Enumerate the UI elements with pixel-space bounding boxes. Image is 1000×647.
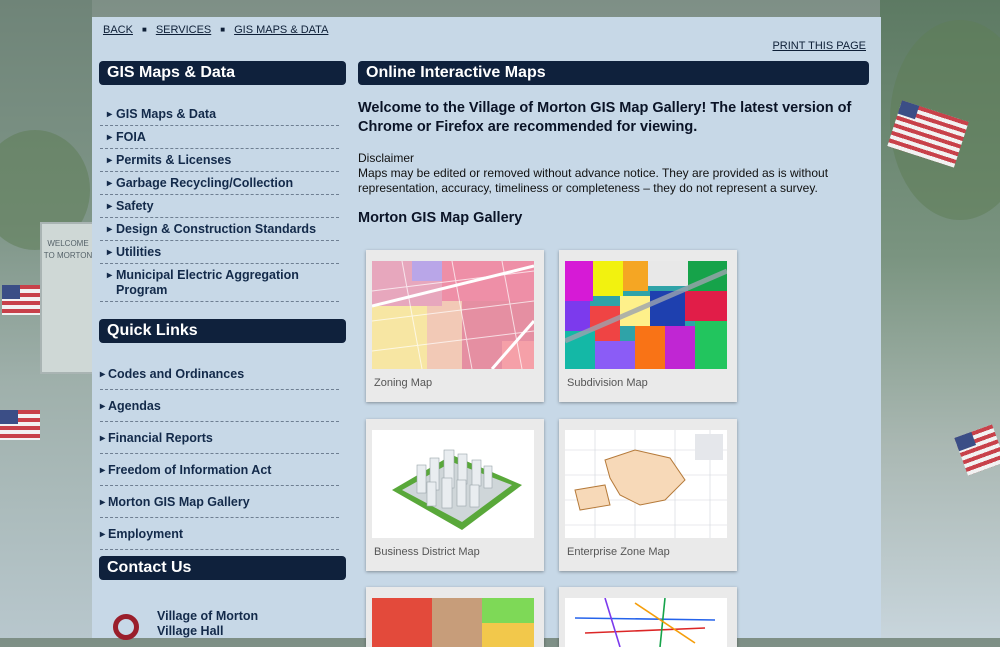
sidebar-section-title: GIS Maps & Data — [99, 61, 346, 85]
background-welcome-sign: WELCOME TO MORTON — [40, 222, 96, 374]
map-thumbnail-partial — [565, 598, 727, 647]
subdivision-map-thumbnail — [565, 261, 727, 369]
breadcrumb-back-link[interactable]: BACK — [103, 24, 133, 36]
disclaimer-text: Maps may be edited or removed without ad… — [358, 166, 829, 195]
quick-link-foia[interactable]: Freedom of Information Act — [100, 454, 339, 486]
map-card-caption: Subdivision Map — [567, 377, 648, 389]
contact-place: Village Hall — [157, 624, 224, 638]
contact-name: Village of Morton — [157, 609, 259, 623]
quick-links-title: Quick Links — [99, 319, 346, 343]
quick-link-agendas[interactable]: Agendas — [100, 390, 339, 422]
map-card-caption: Business District Map — [374, 546, 480, 558]
breadcrumb-separator-icon: ■ — [141, 25, 147, 34]
map-card-enterprise-zone[interactable]: Enterprise Zone Map — [559, 419, 737, 571]
breadcrumb-services-link[interactable]: SERVICES — [156, 24, 211, 36]
map-card-caption: Zoning Map — [374, 377, 433, 389]
print-page-link[interactable]: PRINT THIS PAGE — [772, 40, 866, 52]
gallery-heading: Morton GIS Map Gallery — [358, 210, 523, 226]
sidebar-item-electric-aggregation[interactable]: Municipal Electric Aggregation Program — [100, 264, 339, 302]
enterprise-zone-map-thumbnail — [565, 430, 727, 538]
background-flag-icon — [0, 410, 40, 440]
map-thumbnail-partial — [372, 598, 534, 647]
page-title: Online Interactive Maps — [358, 61, 869, 85]
sidebar-menu: GIS Maps & Data FOIA Permits & Licenses … — [100, 103, 339, 302]
contact-address: Village of Morton Village Hall — [157, 609, 258, 639]
business-district-map-thumbnail — [372, 430, 534, 538]
quick-link-employment[interactable]: Employment — [100, 518, 339, 550]
quick-link-financial-reports[interactable]: Financial Reports — [100, 422, 339, 454]
map-card-subdivision[interactable]: Subdivision Map — [559, 250, 737, 402]
quick-link-codes[interactable]: Codes and Ordinances — [100, 358, 339, 390]
map-card-caption: Enterprise Zone Map — [567, 546, 670, 558]
content-page: BACK ■ SERVICES ■ GIS MAPS & DATA PRINT THIS… — [92, 17, 881, 647]
sidebar-item-safety[interactable]: Safety — [100, 195, 339, 218]
breadcrumb: BACK ■ SERVICES ■ GIS MAPS & DATA — [103, 24, 328, 36]
map-card-partial[interactable] — [366, 587, 544, 647]
location-pin-icon — [113, 614, 139, 640]
map-card-business-district[interactable]: Business District Map — [366, 419, 544, 571]
sidebar-item-design-standards[interactable]: Design & Construction Standards — [100, 218, 339, 241]
breadcrumb-gis-link[interactable]: GIS MAPS & DATA — [234, 24, 328, 36]
welcome-text: Welcome to the Village of Morton GIS Map… — [358, 100, 852, 135]
breadcrumb-separator-icon: ■ — [220, 25, 226, 34]
sidebar-item-foia[interactable]: FOIA — [100, 126, 339, 149]
sidebar-item-gis-maps[interactable]: GIS Maps & Data — [100, 103, 339, 126]
contact-title: Contact Us — [99, 556, 346, 580]
sidebar-item-utilities[interactable]: Utilities — [100, 241, 339, 264]
zoning-map-thumbnail — [372, 261, 534, 369]
quick-links-menu: Codes and Ordinances Agendas Financial R… — [100, 358, 339, 550]
disclaimer-label: Disclaimer — [358, 151, 415, 165]
quick-link-map-gallery[interactable]: Morton GIS Map Gallery — [100, 486, 339, 518]
map-card-partial[interactable] — [559, 587, 737, 647]
disclaimer: Disclaimer Maps may be edited or removed… — [358, 151, 863, 196]
sidebar-item-garbage[interactable]: Garbage Recycling/Collection — [100, 172, 339, 195]
sidebar-item-permits[interactable]: Permits & Licenses — [100, 149, 339, 172]
map-card-zoning[interactable]: Zoning Map — [366, 250, 544, 402]
